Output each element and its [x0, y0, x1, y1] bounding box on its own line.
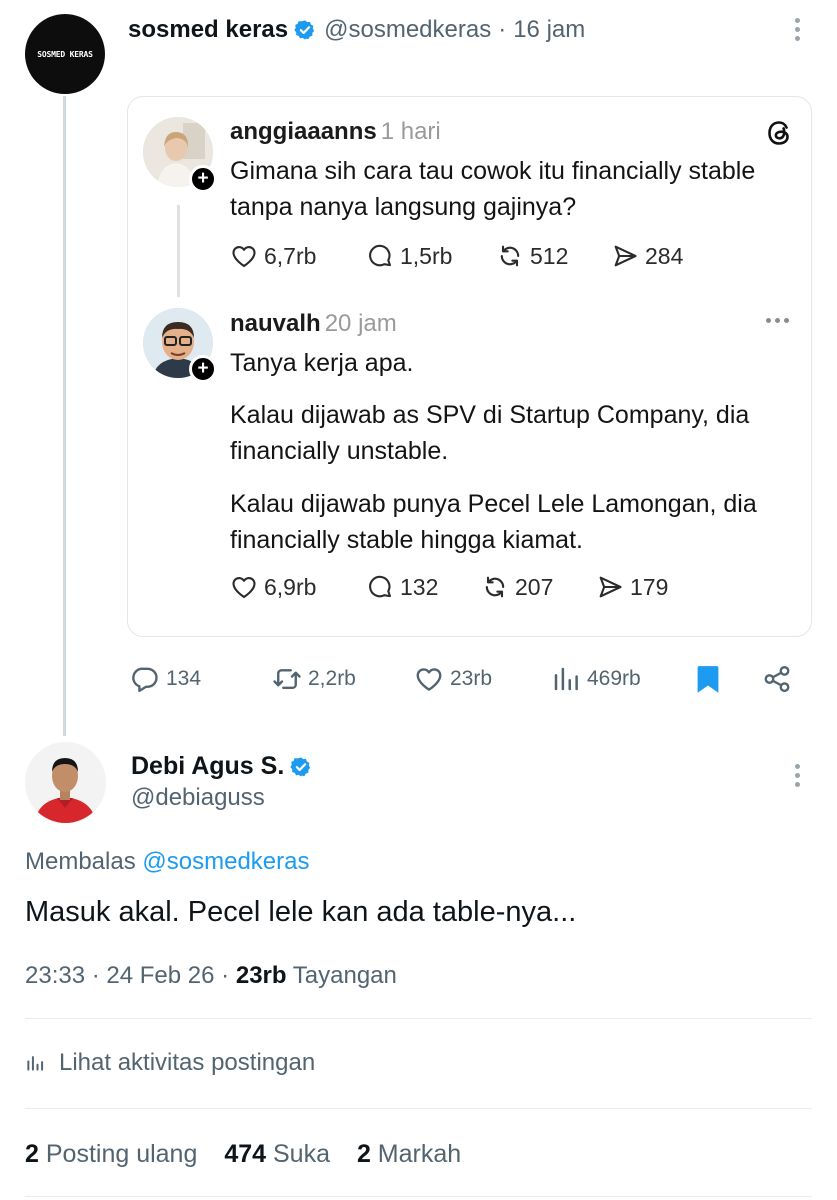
likes-count: 474	[224, 1140, 267, 1168]
threads-post-header: nauvalh 20 jam	[230, 310, 397, 338]
activity-label: Lihat aktivitas postingan	[59, 1049, 316, 1076]
tweet-time[interactable]: 23:33	[25, 962, 85, 989]
reply-author-handle[interactable]: @debiaguss	[131, 784, 265, 812]
retweet-count: 2,2rb	[308, 667, 356, 690]
retweet-button[interactable]: 2,2rb	[272, 664, 356, 694]
threads-paragraph-2: Kalau dijawab as SPV di Startup Company,…	[230, 401, 750, 465]
threads-post2-stats: 6,9rb 132 207 179	[230, 573, 668, 601]
verified-badge-icon	[294, 20, 315, 40]
follow-plus-icon[interactable]: +	[189, 165, 217, 193]
share-icon[interactable]	[762, 664, 792, 694]
reposts-count: 2	[25, 1140, 39, 1168]
like-stat[interactable]: 6,9rb	[230, 573, 366, 601]
divider	[25, 1108, 812, 1109]
replying-to-label: Membalas	[25, 848, 136, 875]
bookmarks-count: 2	[356, 1140, 371, 1168]
more-options-icon[interactable]	[793, 18, 801, 41]
reply-count: 1,5rb	[400, 242, 453, 269]
separator: ·	[221, 962, 230, 989]
retweet-icon	[273, 669, 301, 689]
reply-button[interactable]: 134	[130, 664, 201, 694]
threads-username: anggiaaanns	[230, 118, 377, 145]
reposts-count-link[interactable]: 2 Posting ulang	[25, 1140, 197, 1168]
reply-count: 132	[400, 573, 439, 600]
share-stat[interactable]: 179	[596, 573, 668, 601]
reply-text: Masuk akal. Pecel lele kan ada table-nya…	[25, 896, 577, 928]
reply-bubble-icon	[369, 244, 391, 267]
share-count: 284	[645, 242, 684, 269]
like-count: 6,7rb	[264, 242, 317, 269]
separator: ·	[91, 962, 100, 989]
avatar-logo-text: SOSMED KERAS	[37, 49, 93, 59]
repost-icon	[485, 576, 505, 598]
more-options-icon[interactable]	[793, 764, 801, 787]
reply-author-name[interactable]: Debi Agus S.	[131, 752, 320, 781]
reply-bubble-icon	[369, 575, 391, 598]
handle[interactable]: @sosmedkeras	[324, 16, 491, 44]
views-button[interactable]: 469rb	[551, 664, 641, 694]
repost-stat[interactable]: 207	[481, 573, 596, 601]
bookmark-filled-icon[interactable]	[694, 665, 722, 695]
tweet-header: sosmed keras @sosmedkeras · 16 jam	[128, 14, 585, 46]
threads-logo-icon	[768, 121, 789, 145]
thread-connector-line	[63, 96, 66, 736]
share-count: 179	[630, 573, 669, 600]
likes-label: Suka	[273, 1140, 330, 1168]
analytics-icon	[27, 1056, 44, 1071]
replying-to: Membalas @sosmedkeras	[25, 848, 309, 876]
analytics-icon	[554, 667, 578, 691]
follow-plus-icon[interactable]: +	[189, 355, 217, 383]
like-stat[interactable]: 6,7rb	[230, 242, 366, 270]
display-name[interactable]: sosmed keras	[128, 16, 288, 44]
threads-time: 20 jam	[324, 310, 397, 337]
threads-post1-stats: 6,7rb 1,5rb 512 284	[230, 242, 683, 270]
verified-badge-icon	[290, 756, 311, 777]
repost-icon	[500, 245, 520, 267]
separator: ·	[498, 16, 507, 43]
threads-paragraph-3: Kalau dijawab punya Pecel Lele Lamongan,…	[230, 490, 757, 554]
tweet-date[interactable]: 24 Feb 26	[106, 962, 214, 989]
heart-icon	[416, 668, 442, 691]
like-button[interactable]: 23rb	[414, 664, 492, 694]
heart-icon	[232, 245, 256, 267]
repost-stat[interactable]: 512	[496, 242, 611, 270]
threads-paragraph-1: Tanya kerja apa.	[230, 349, 414, 377]
display-name[interactable]: Debi Agus S.	[131, 752, 284, 781]
sosmed-avatar[interactable]: SOSMED KERAS	[25, 14, 105, 94]
share-stat[interactable]: 284	[611, 242, 683, 270]
threads-time: 1 hari	[380, 118, 441, 145]
send-icon	[599, 576, 622, 598]
avatar-debiaguss[interactable]	[25, 742, 106, 823]
thread-reply-line	[177, 205, 180, 297]
repost-count: 512	[530, 242, 569, 269]
reply-stat[interactable]: 132	[366, 573, 481, 601]
timestamp[interactable]: 16 jam	[513, 16, 585, 44]
heart-icon	[232, 576, 256, 598]
engagement-counts: 2 Posting ulang 474 Suka 2 Markah	[25, 1140, 481, 1169]
threads-more-icon	[766, 318, 789, 323]
divider	[25, 1018, 812, 1019]
views-count: 469rb	[587, 667, 641, 690]
view-post-activity-link[interactable]: Lihat aktivitas postingan	[25, 1049, 315, 1077]
like-count: 23rb	[450, 667, 493, 690]
threads-post-text: Gimana sih cara tau cowok itu financiall…	[230, 157, 756, 221]
bookmarks-count-link[interactable]: 2 Markah	[357, 1140, 461, 1168]
views-count: 23rb	[235, 962, 287, 989]
threads-post-header: anggiaaanns 1 hari	[230, 118, 441, 146]
reply-icon	[132, 667, 158, 693]
threads-username: nauvalh	[230, 310, 321, 337]
likes-count-link[interactable]: 474 Suka	[224, 1140, 330, 1168]
tweet-metadata: 23:33 · 24 Feb 26 · 23rb Tayangan	[25, 962, 397, 990]
repost-count: 207	[515, 573, 554, 600]
views-label: Tayangan	[292, 962, 397, 989]
replying-to-handle-link[interactable]: @sosmedkeras	[142, 848, 309, 875]
send-icon	[614, 245, 637, 267]
reply-stat[interactable]: 1,5rb	[366, 242, 496, 270]
like-count: 6,9rb	[264, 573, 317, 600]
bookmarks-label: Markah	[377, 1140, 462, 1168]
reposts-label: Posting ulang	[45, 1140, 198, 1168]
reply-count: 134	[166, 667, 202, 690]
divider	[25, 1196, 812, 1197]
